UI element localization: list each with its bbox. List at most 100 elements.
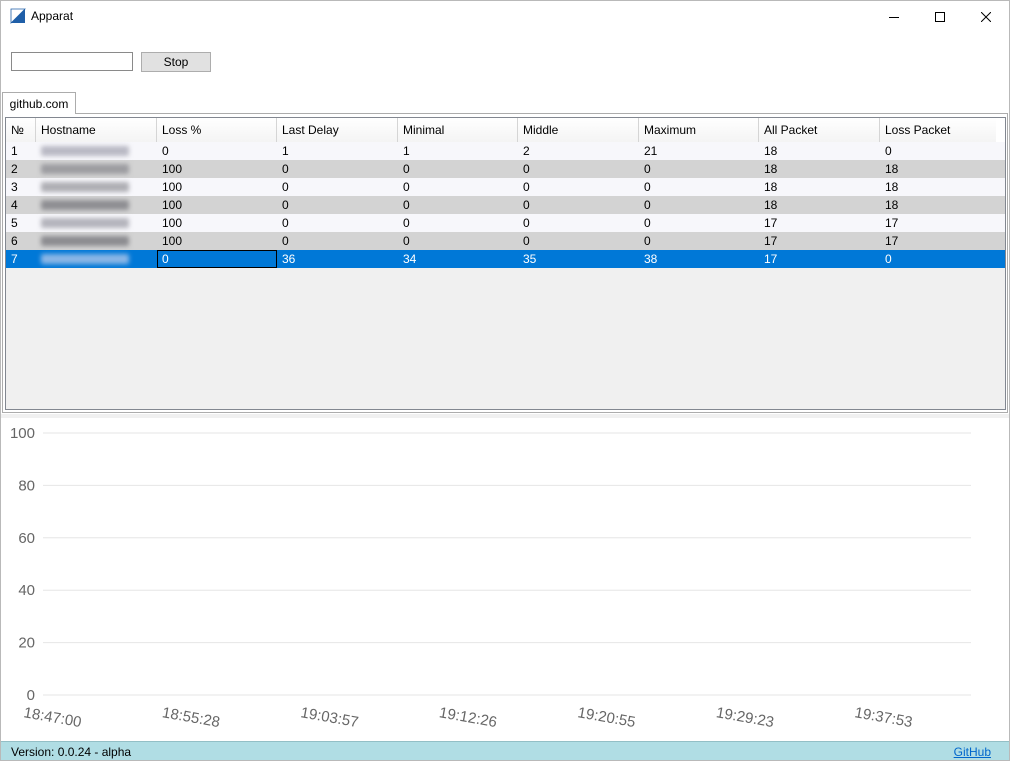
cell-all-packet[interactable]: 18 [759, 142, 880, 160]
cell-hostname[interactable] [36, 160, 157, 178]
cell-maximum[interactable]: 0 [639, 214, 759, 232]
cell-minimal[interactable]: 0 [398, 232, 518, 250]
cell-loss-packet[interactable]: 18 [880, 196, 996, 214]
cell-middle[interactable]: 35 [518, 250, 639, 268]
cell-maximum[interactable]: 0 [639, 196, 759, 214]
cell-loss-packet[interactable]: 17 [880, 232, 996, 250]
app-logo-icon [10, 8, 26, 24]
cell-hostname[interactable] [36, 142, 157, 160]
cell-all-packet[interactable]: 18 [759, 178, 880, 196]
cell-hostname[interactable] [36, 214, 157, 232]
y-tick-label: 0 [27, 687, 35, 704]
cell-no[interactable]: 4 [6, 196, 36, 214]
cell-minimal[interactable]: 1 [398, 142, 518, 160]
cell-middle[interactable]: 2 [518, 142, 639, 160]
table-body: 1 0 1 1 2 21 18 0 2 100 0 0 0 0 18 18 3 100 0 0 0 0 18 18 4 100 0 0… [6, 142, 1005, 268]
trace-table: № Hostname Loss % Last Delay Minimal Mid… [5, 117, 1006, 410]
cell-last-delay[interactable]: 36 [277, 250, 398, 268]
cell-maximum[interactable]: 0 [639, 178, 759, 196]
cell-no[interactable]: 1 [6, 142, 36, 160]
close-button[interactable] [963, 1, 1009, 32]
cell-all-packet[interactable]: 18 [759, 196, 880, 214]
column-header-last-delay[interactable]: Last Delay [277, 118, 398, 142]
cell-no[interactable]: 7 [6, 250, 36, 268]
cell-middle[interactable]: 0 [518, 214, 639, 232]
cell-minimal[interactable]: 0 [398, 196, 518, 214]
cell-maximum[interactable]: 0 [639, 232, 759, 250]
cell-maximum[interactable]: 21 [639, 142, 759, 160]
cell-last-delay[interactable]: 0 [277, 214, 398, 232]
column-header-middle[interactable]: Middle [518, 118, 639, 142]
cell-loss-packet[interactable]: 18 [880, 160, 996, 178]
cell-middle[interactable]: 0 [518, 160, 639, 178]
cell-last-delay[interactable]: 0 [277, 232, 398, 250]
cell-all-packet[interactable]: 17 [759, 232, 880, 250]
x-tick-label: 19:29:23 [715, 704, 775, 731]
cell-all-packet[interactable]: 18 [759, 160, 880, 178]
cell-middle[interactable]: 0 [518, 232, 639, 250]
column-header-minimal[interactable]: Minimal [398, 118, 518, 142]
cell-maximum[interactable]: 0 [639, 160, 759, 178]
cell-loss[interactable]: 100 [157, 196, 277, 214]
table-row[interactable]: 6 100 0 0 0 0 17 17 [6, 232, 1005, 250]
cell-middle[interactable]: 0 [518, 178, 639, 196]
cell-loss[interactable]: 100 [157, 160, 277, 178]
cell-last-delay[interactable]: 0 [277, 178, 398, 196]
cell-last-delay[interactable]: 0 [277, 196, 398, 214]
host-input[interactable] [11, 52, 133, 71]
cell-last-delay[interactable]: 1 [277, 142, 398, 160]
table-row[interactable]: 5 100 0 0 0 0 17 17 [6, 214, 1005, 232]
table-row[interactable]: 2 100 0 0 0 0 18 18 [6, 160, 1005, 178]
table-row[interactable]: 7 0 36 34 35 38 17 0 [6, 250, 1005, 268]
cell-minimal[interactable]: 34 [398, 250, 518, 268]
close-icon [981, 11, 991, 22]
github-link[interactable]: GitHub [954, 745, 991, 759]
cell-all-packet[interactable]: 17 [759, 214, 880, 232]
cell-loss[interactable]: 100 [157, 178, 277, 196]
column-header-loss[interactable]: Loss % [157, 118, 277, 142]
cell-loss[interactable]: 0 [157, 250, 277, 268]
column-header-all-packet[interactable]: All Packet [759, 118, 880, 142]
cell-no[interactable]: 5 [6, 214, 36, 232]
cell-minimal[interactable]: 0 [398, 214, 518, 232]
table-row[interactable]: 1 0 1 1 2 21 18 0 [6, 142, 1005, 160]
cell-loss-packet[interactable]: 0 [880, 142, 996, 160]
table-row[interactable]: 4 100 0 0 0 0 18 18 [6, 196, 1005, 214]
minimize-icon [889, 16, 899, 18]
cell-loss-packet[interactable]: 18 [880, 178, 996, 196]
cell-loss[interactable]: 0 [157, 142, 277, 160]
column-header-loss-packet[interactable]: Loss Packet [880, 118, 996, 142]
cell-loss-packet[interactable]: 17 [880, 214, 996, 232]
cell-minimal[interactable]: 0 [398, 178, 518, 196]
cell-minimal[interactable]: 0 [398, 160, 518, 178]
y-tick-label: 60 [18, 530, 35, 547]
cell-loss-packet[interactable]: 0 [880, 250, 996, 268]
cell-all-packet[interactable]: 17 [759, 250, 880, 268]
column-header-hostname[interactable]: Hostname [36, 118, 157, 142]
panel-splitter[interactable] [1, 414, 1009, 418]
cell-no[interactable]: 6 [6, 232, 36, 250]
cell-hostname[interactable] [36, 178, 157, 196]
app-window: Apparat Stop github.com № Hostname Loss … [0, 0, 1010, 761]
y-tick-label: 100 [10, 425, 35, 442]
maximize-button[interactable] [917, 1, 963, 32]
cell-no[interactable]: 3 [6, 178, 36, 196]
minimize-button[interactable] [871, 1, 917, 32]
cell-hostname[interactable] [36, 232, 157, 250]
cell-hostname[interactable] [36, 250, 157, 268]
cell-last-delay[interactable]: 0 [277, 160, 398, 178]
cell-middle[interactable]: 0 [518, 196, 639, 214]
cell-hostname[interactable] [36, 196, 157, 214]
title-bar[interactable]: Apparat [1, 1, 1009, 32]
column-header-maximum[interactable]: Maximum [639, 118, 759, 142]
column-header-no[interactable]: № [6, 118, 36, 142]
tab-github[interactable]: github.com [2, 92, 76, 114]
cell-maximum[interactable]: 38 [639, 250, 759, 268]
stop-button[interactable]: Stop [141, 52, 211, 72]
cell-loss[interactable]: 100 [157, 232, 277, 250]
hostname-redacted [41, 164, 129, 174]
hostname-redacted [41, 236, 129, 246]
cell-no[interactable]: 2 [6, 160, 36, 178]
table-row[interactable]: 3 100 0 0 0 0 18 18 [6, 178, 1005, 196]
cell-loss[interactable]: 100 [157, 214, 277, 232]
